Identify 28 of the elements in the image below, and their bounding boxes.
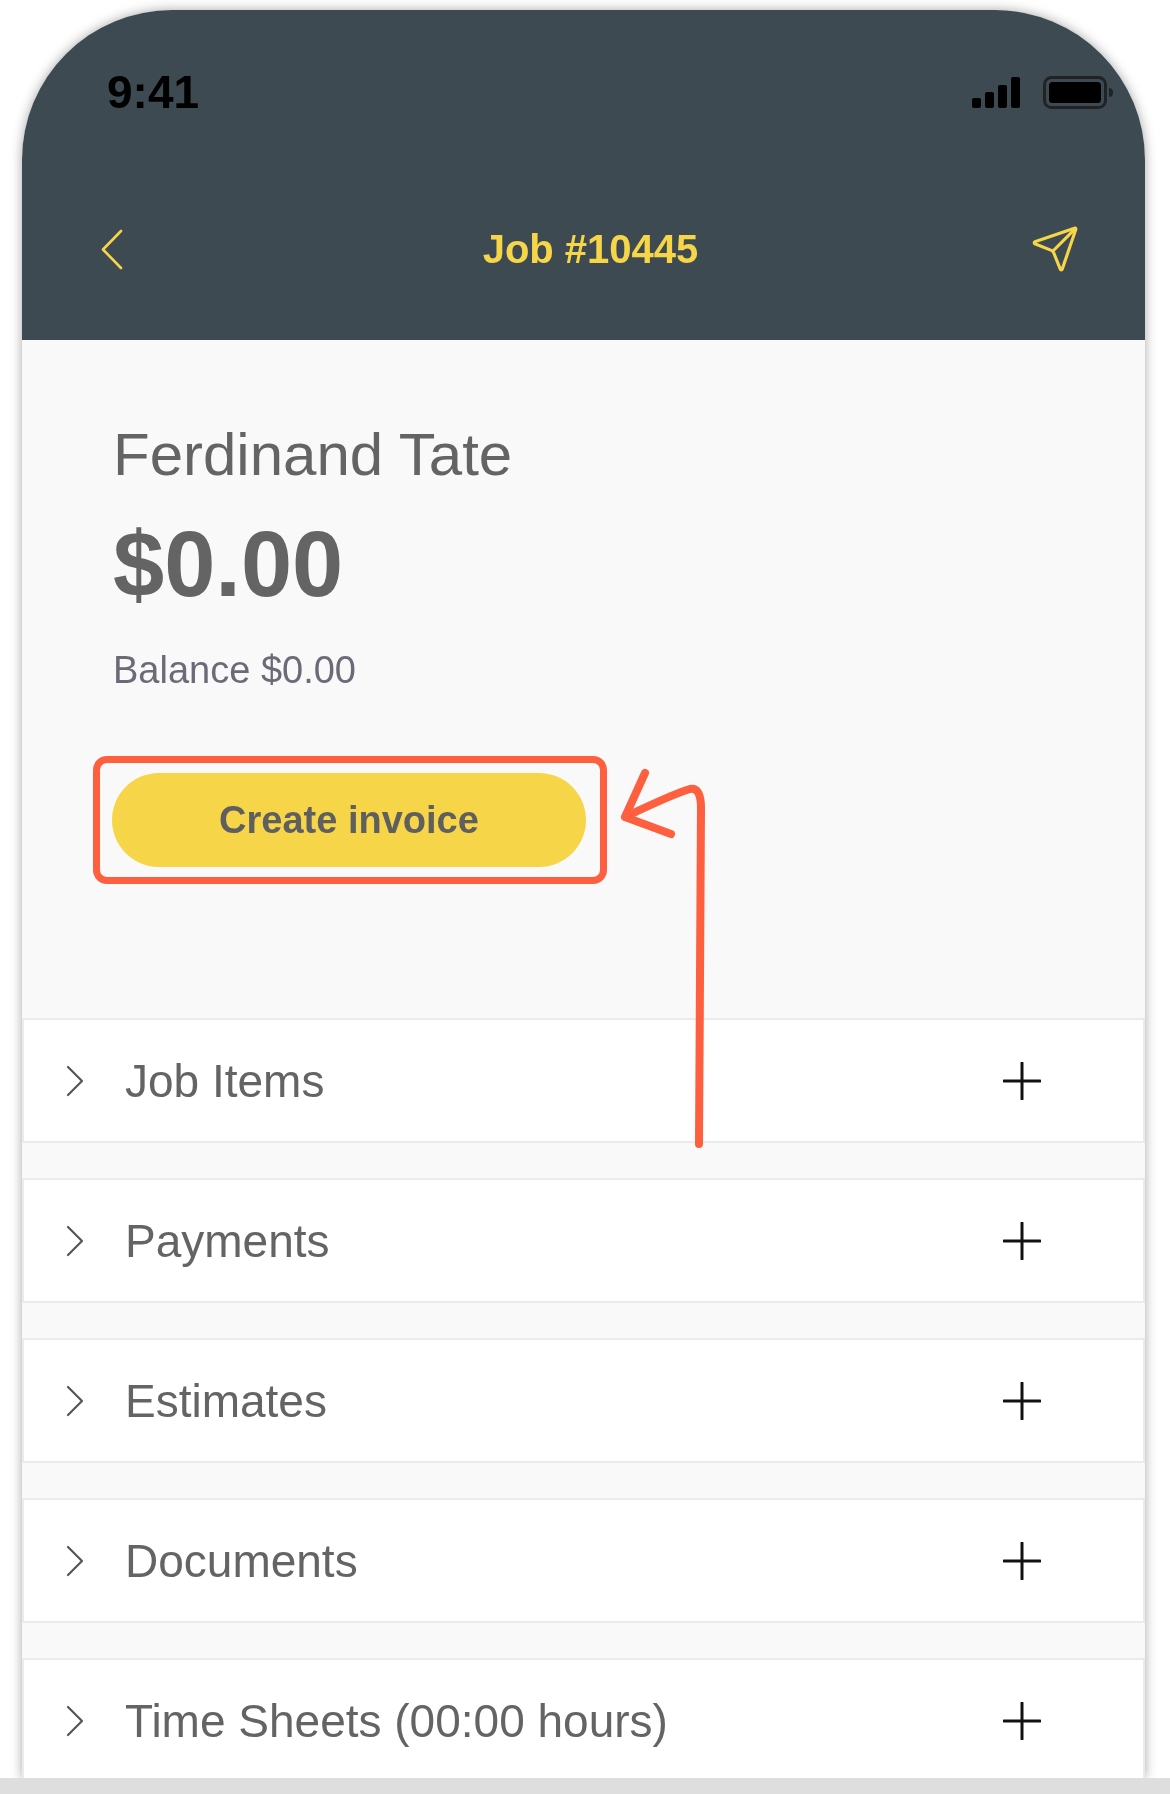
plus-icon[interactable]: [1003, 1701, 1041, 1740]
create-invoice-button[interactable]: Create invoice: [112, 773, 586, 867]
section-row[interactable]: Documents: [22, 1498, 1145, 1623]
balance-text: Balance $0.00: [113, 651, 356, 689]
plus-icon[interactable]: [1003, 1221, 1041, 1260]
plus-icon[interactable]: [1003, 1061, 1041, 1100]
section-label: Documents: [125, 1537, 358, 1584]
customer-name: Ferdinand Tate: [113, 420, 513, 490]
chevron-right-icon: [66, 1064, 84, 1097]
section-row[interactable]: Estimates: [22, 1338, 1145, 1463]
section-row[interactable]: Job Items: [22, 1018, 1145, 1143]
section-label: Job Items: [125, 1057, 325, 1104]
section-row[interactable]: Payments: [22, 1178, 1145, 1303]
page-title: Job #10445: [482, 229, 699, 269]
plus-icon[interactable]: [1003, 1381, 1041, 1420]
section-label: Estimates: [125, 1377, 327, 1424]
chevron-right-icon: [66, 1544, 84, 1577]
signal-icon: [972, 76, 1022, 108]
plus-icon[interactable]: [1003, 1541, 1041, 1580]
chevron-right-icon: [66, 1384, 84, 1417]
job-total: $0.00: [113, 518, 344, 610]
back-icon[interactable]: [101, 228, 123, 270]
battery-icon: [1043, 75, 1113, 109]
status-time: 9:41: [107, 69, 200, 115]
paper-plane-icon[interactable]: [1030, 224, 1080, 274]
section-row[interactable]: Time Sheets (00:00 hours): [22, 1658, 1145, 1778]
chevron-right-icon: [66, 1704, 84, 1737]
chevron-right-icon: [66, 1224, 84, 1257]
